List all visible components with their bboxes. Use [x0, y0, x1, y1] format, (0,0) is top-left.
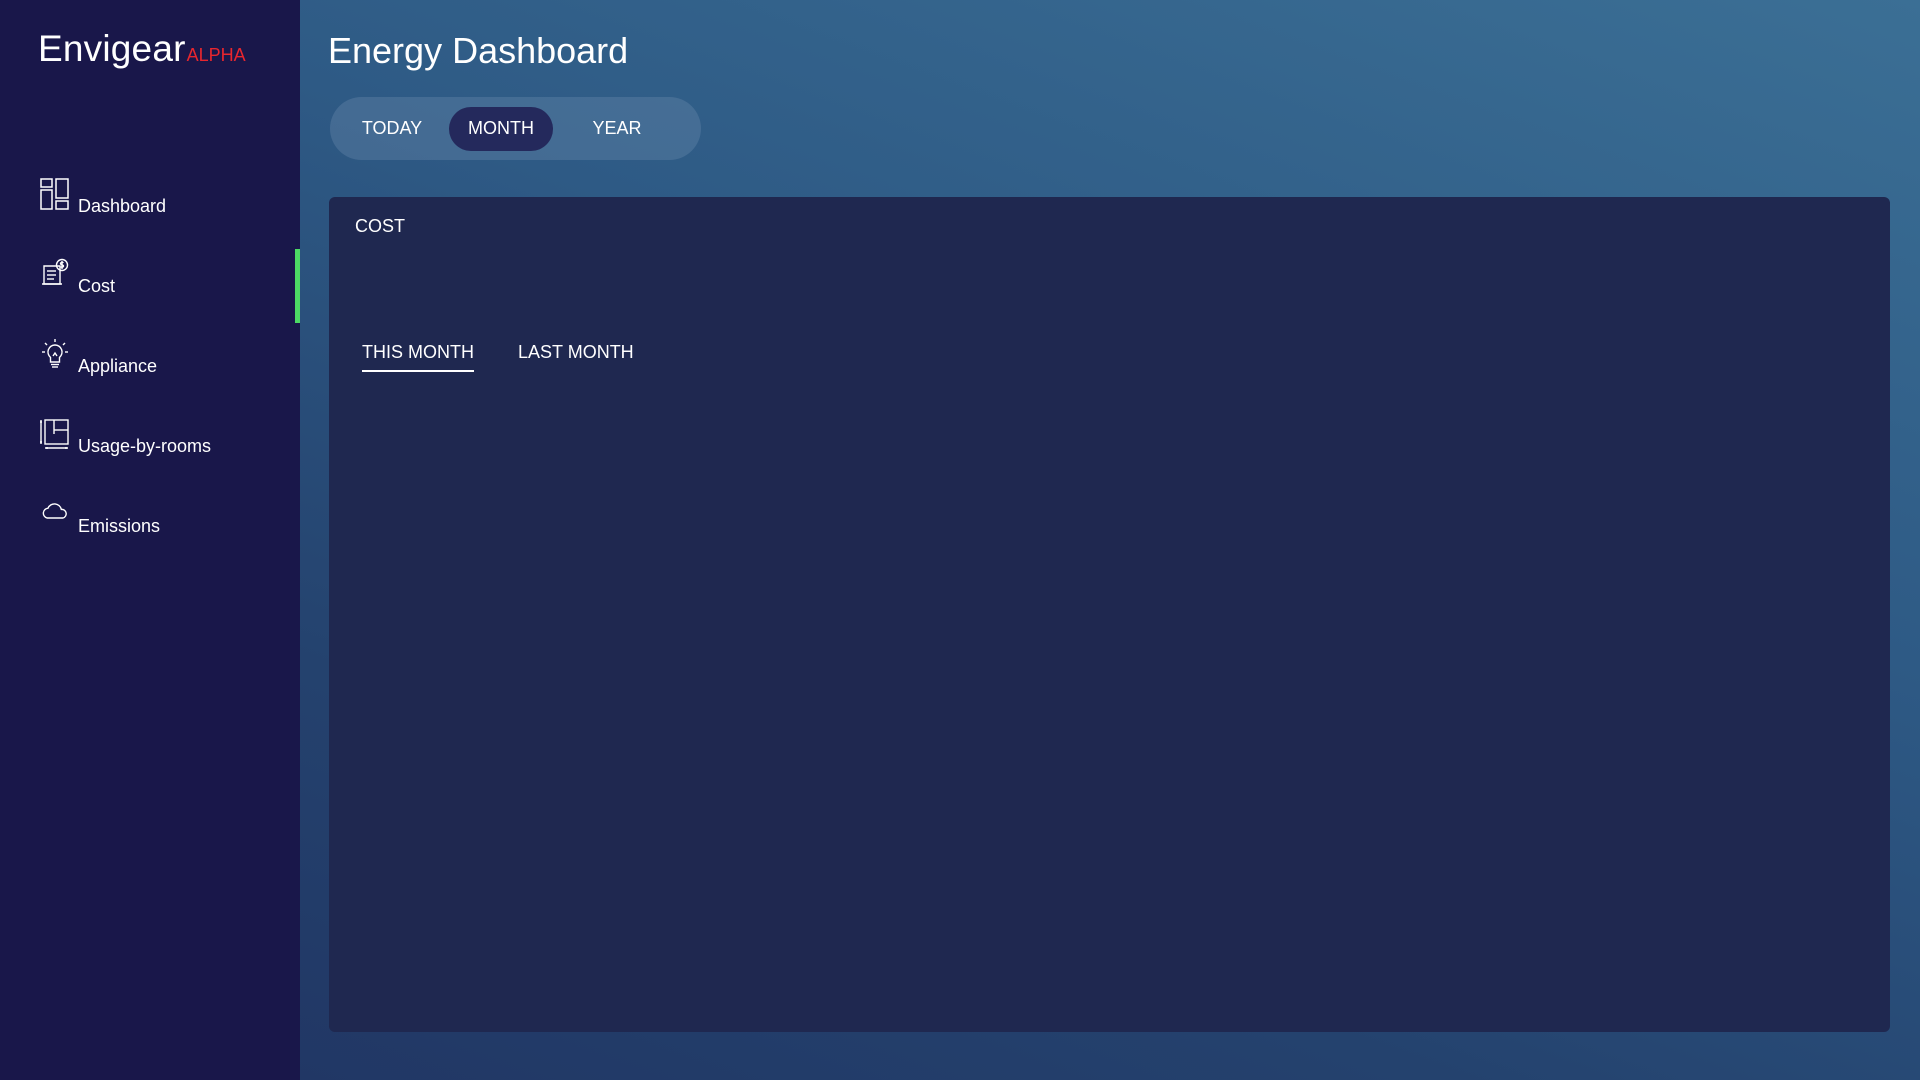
- period-tabs: THIS MONTH LAST MONTH: [362, 342, 634, 372]
- sidebar-nav: Dashboard Cost Appliance Usage-by-rooms …: [0, 162, 300, 562]
- cloud-icon: [40, 498, 70, 530]
- brand-tag: ALPHA: [186, 45, 246, 65]
- tab-last-month[interactable]: LAST MONTH: [518, 342, 634, 372]
- sidebar-item-label: Usage-by-rooms: [78, 435, 212, 456]
- tab-today[interactable]: TODAY: [342, 107, 442, 151]
- dashboard-grid-icon: [40, 178, 70, 210]
- cost-card: COST THIS MONTH LAST MONTH: [329, 197, 1890, 1032]
- sidebar-item-emissions[interactable]: Emissions: [0, 482, 300, 562]
- sidebar-item-cost[interactable]: Cost: [0, 242, 300, 323]
- tab-month[interactable]: MONTH: [449, 106, 553, 151]
- sidebar-item-usage-by-rooms[interactable]: Usage-by-rooms: [0, 402, 300, 482]
- room-layout-icon: [40, 418, 70, 450]
- card-title: COST: [355, 216, 406, 236]
- main-content: Energy Dashboard TODAY MONTH YEAR COST T…: [300, 0, 1920, 1080]
- sidebar-item-label: Cost: [78, 275, 116, 296]
- tab-this-month[interactable]: THIS MONTH: [362, 342, 474, 372]
- tab-year[interactable]: YEAR: [553, 107, 681, 151]
- sidebar-item-label: Emissions: [78, 515, 161, 536]
- sidebar-item-label: Appliance: [78, 355, 158, 376]
- time-range-tabs: TODAY MONTH YEAR: [330, 97, 701, 160]
- lightbulb-icon: [40, 338, 70, 370]
- sidebar-item-appliance[interactable]: Appliance: [0, 322, 300, 402]
- brand-name: Envigear: [38, 28, 186, 69]
- sidebar-item-dashboard[interactable]: Dashboard: [0, 162, 300, 242]
- sidebar: Envigear ALPHA Dashboard Cost Appliance …: [0, 0, 300, 1080]
- brand-logo[interactable]: Envigear ALPHA: [38, 28, 246, 70]
- page-title: Energy Dashboard: [328, 30, 629, 71]
- cost-receipt-icon: [40, 258, 70, 290]
- sidebar-item-label: Dashboard: [78, 195, 167, 216]
